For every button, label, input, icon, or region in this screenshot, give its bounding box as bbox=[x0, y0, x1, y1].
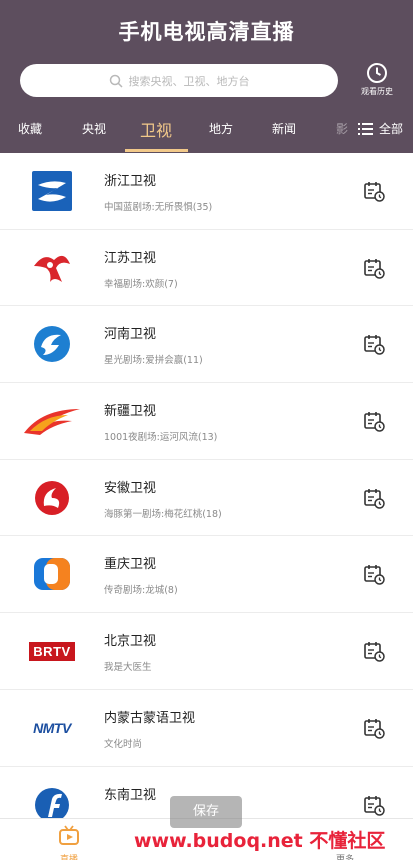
history-label: 观看历史 bbox=[361, 87, 393, 96]
app-screen: 手机电视高清直播 搜索央视、卫视、地方台 观看历史 收藏 央视 卫视 地方 新闻… bbox=[0, 0, 413, 860]
channel-program: 1001夜剧场:运河风流(13) bbox=[104, 432, 218, 444]
channel-name: 安徽卫视 bbox=[104, 480, 157, 496]
list-icon bbox=[358, 122, 373, 135]
channel-program: 文化时尚 bbox=[104, 738, 143, 750]
tv-icon bbox=[59, 825, 79, 845]
search-input[interactable]: 搜索央视、卫视、地方台 bbox=[20, 64, 338, 97]
chongqing-logo bbox=[22, 551, 82, 597]
channel-name: 东南卫视 bbox=[104, 787, 157, 803]
brtv-logo: BRTV bbox=[22, 628, 82, 674]
channel-program: 幸福剧场:欢颜(7) bbox=[104, 278, 178, 290]
header: 手机电视高清直播 搜索央视、卫视、地方台 观看历史 收藏 央视 卫视 地方 新闻… bbox=[0, 0, 413, 153]
nav-live-label: 直播 bbox=[59, 855, 78, 860]
channel-name: 内蒙古蒙语卫视 bbox=[104, 710, 196, 726]
channel-list: 浙江卫视 中国蓝剧场:无所畏惧(35) 江苏卫视 幸福剧场:欢颜(7) 河南卫视… bbox=[0, 153, 413, 844]
channel-row[interactable]: 安徽卫视 海豚第一剧场:梅花红桃(18) bbox=[0, 459, 413, 537]
tab-satellite[interactable]: 卫视 bbox=[140, 117, 172, 141]
search-placeholder: 搜索央视、卫视、地方台 bbox=[128, 74, 250, 88]
all-label: 全部 bbox=[379, 122, 404, 136]
tab-cctv[interactable]: 央视 bbox=[82, 120, 106, 137]
channel-row[interactable]: 江苏卫视 幸福剧场:欢颜(7) bbox=[0, 229, 413, 307]
channel-program: 中国蓝剧场:无所畏惧(35) bbox=[104, 202, 213, 213]
tab-news[interactable]: 新闻 bbox=[272, 120, 296, 137]
channel-program: 星光剧场:爱拼会赢(11) bbox=[104, 355, 203, 367]
jiangsu-logo bbox=[22, 245, 82, 291]
active-tab-indicator bbox=[125, 149, 188, 152]
channel-name: 河南卫视 bbox=[104, 327, 157, 343]
channel-name: 浙江卫视 bbox=[104, 174, 157, 189]
nmtv-logo: NMTV bbox=[22, 705, 82, 751]
channel-name: 江苏卫视 bbox=[104, 250, 157, 266]
channel-name: 重庆卫视 bbox=[104, 557, 157, 573]
schedule-icon[interactable] bbox=[362, 256, 386, 280]
all-channels-button[interactable]: 全部 bbox=[358, 120, 403, 137]
anhui-logo bbox=[22, 475, 82, 521]
henan-logo bbox=[22, 321, 82, 367]
brtv-logo-text: BRTV bbox=[29, 641, 75, 661]
channel-row[interactable]: 重庆卫视 传奇剧场:龙城(8) bbox=[0, 536, 413, 614]
schedule-icon[interactable] bbox=[362, 562, 386, 586]
xinjiang-logo bbox=[22, 398, 82, 444]
watermark: www.budoq.net 不懂社区 bbox=[134, 830, 386, 852]
schedule-icon[interactable] bbox=[362, 639, 386, 663]
search-icon bbox=[109, 74, 123, 88]
tab-local[interactable]: 地方 bbox=[209, 120, 233, 137]
schedule-icon[interactable] bbox=[362, 409, 386, 433]
nmtv-logo-text: NMTV bbox=[33, 719, 71, 736]
schedule-icon[interactable] bbox=[362, 179, 386, 203]
tab-bar: 收藏 央视 卫视 地方 新闻 影 全部 bbox=[0, 112, 413, 153]
schedule-icon[interactable] bbox=[362, 332, 386, 356]
channel-name: 新疆卫视 bbox=[104, 404, 157, 420]
channel-row[interactable]: 新疆卫视 1001夜剧场:运河风流(13) bbox=[0, 383, 413, 460]
channel-program: 我是大医生 bbox=[104, 662, 152, 674]
nav-more-label: 更多 bbox=[335, 855, 354, 860]
save-button[interactable]: 保存 bbox=[170, 796, 242, 828]
tab-favorites[interactable]: 收藏 bbox=[18, 120, 42, 137]
channel-row[interactable]: BRTV 北京卫视 我是大医生 bbox=[0, 613, 413, 690]
channel-row[interactable]: 浙江卫视 中国蓝剧场:无所畏惧(35) bbox=[0, 153, 413, 230]
schedule-icon[interactable] bbox=[362, 716, 386, 740]
channel-row[interactable]: 河南卫视 星光剧场:爱拼会赢(11) bbox=[0, 306, 413, 384]
history-button[interactable]: 观看历史 bbox=[352, 62, 402, 97]
zhejiang-logo bbox=[22, 168, 82, 214]
channel-row[interactable]: NMTV 内蒙古蒙语卫视 文化时尚 bbox=[0, 689, 413, 767]
schedule-icon[interactable] bbox=[362, 486, 386, 510]
tab-movies[interactable]: 影 bbox=[336, 120, 348, 137]
page-title: 手机电视高清直播 bbox=[118, 20, 295, 44]
channel-program: 海豚第一剧场:梅花红桃(18) bbox=[104, 508, 222, 520]
nav-live[interactable]: 直播 bbox=[50, 825, 88, 860]
channel-name: 北京卫视 bbox=[104, 634, 157, 650]
clock-icon bbox=[367, 63, 387, 83]
channel-program: 传奇剧场:龙城(8) bbox=[104, 585, 178, 597]
schedule-icon[interactable] bbox=[362, 793, 386, 817]
